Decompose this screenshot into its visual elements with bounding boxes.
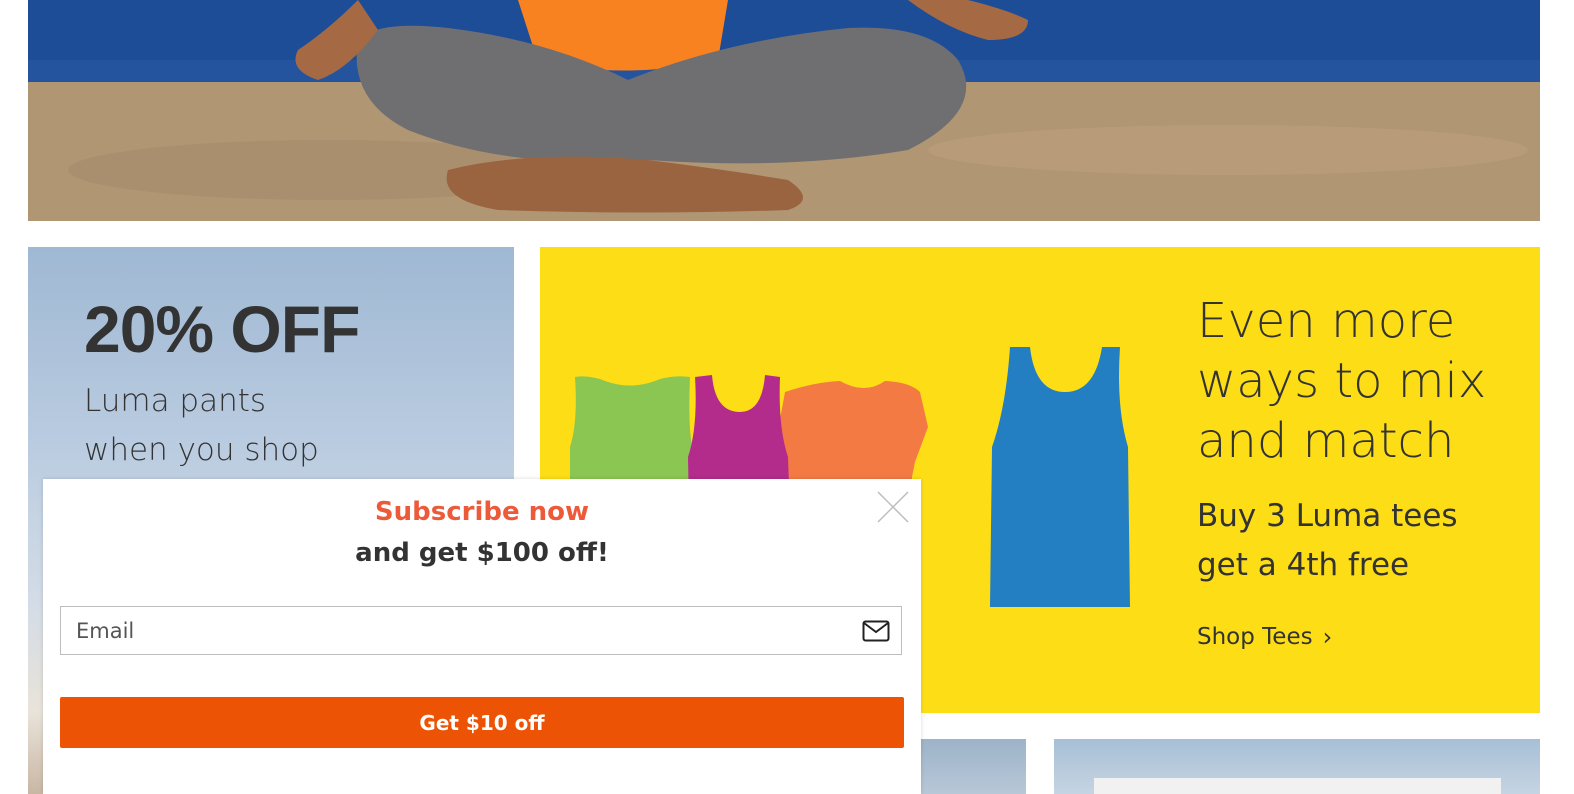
blue-tank-shape bbox=[990, 347, 1130, 607]
email-input[interactable] bbox=[61, 607, 862, 654]
email-field-wrapper bbox=[60, 606, 902, 655]
tees-title-line2: ways to mix bbox=[1197, 353, 1487, 409]
chevron-right-icon: › bbox=[1322, 623, 1333, 651]
tees-info-line1: Buy 3 Luma tees bbox=[1197, 498, 1458, 534]
tees-promo-info: Buy 3 Luma tees get a 4th free bbox=[1197, 492, 1517, 590]
promo-tile-partial-right[interactable] bbox=[1054, 739, 1540, 794]
pants-promo-headline: 20% OFF bbox=[84, 292, 360, 366]
shop-tees-link[interactable]: Shop Tees › bbox=[1197, 623, 1332, 651]
subscribe-subtitle: and get $100 off! bbox=[355, 538, 609, 568]
tees-title-line3: and match bbox=[1197, 413, 1455, 469]
promo-tile-inner-panel bbox=[1094, 778, 1501, 794]
pants-promo-line2: when you shop bbox=[84, 432, 319, 468]
yoga-photo-illustration bbox=[28, 0, 1540, 221]
get-discount-button[interactable]: Get $10 off bbox=[60, 697, 904, 748]
shop-tees-label: Shop Tees bbox=[1197, 624, 1313, 650]
tees-info-line2: get a 4th free bbox=[1197, 547, 1410, 583]
pants-promo-line1: Luma pants bbox=[84, 383, 267, 419]
subscribe-modal: Subscribe now and get $100 off! Get $10 … bbox=[43, 479, 921, 794]
pants-promo-subtext: Luma pants when you shop bbox=[84, 377, 484, 475]
tees-promo-title: Even more ways to mix and match bbox=[1197, 291, 1527, 471]
tees-title-line1: Even more bbox=[1197, 293, 1456, 349]
envelope-icon bbox=[862, 620, 890, 641]
hero-banner-image[interactable] bbox=[28, 0, 1540, 221]
subscribe-title: Subscribe now bbox=[374, 497, 590, 527]
